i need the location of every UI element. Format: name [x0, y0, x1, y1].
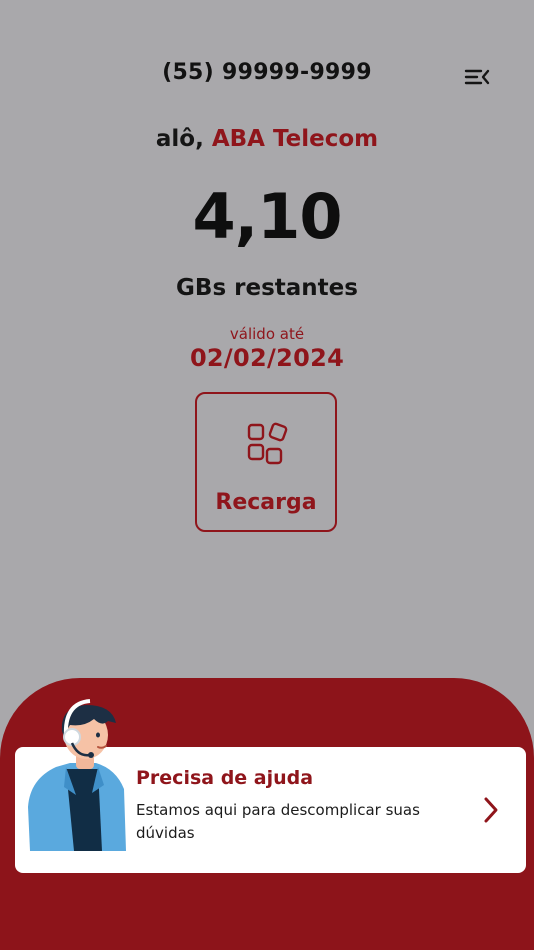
data-balance-value: 4,10: [192, 180, 343, 253]
greeting-prefix: alô,: [155, 126, 204, 152]
menu-collapse-icon: [464, 69, 490, 85]
greeting: alô, ABA Telecom: [0, 126, 534, 152]
recharge-button[interactable]: Recarga: [195, 392, 337, 532]
apps-grid-icon: [247, 422, 288, 465]
help-title: Precisa de ajuda: [136, 767, 314, 789]
data-balance-label: GBs restantes: [176, 275, 358, 301]
support-agent-illustration: [28, 699, 126, 851]
chevron-right-icon[interactable]: [480, 795, 502, 825]
help-description: Estamos aqui para descomplicar suas dúvi…: [136, 801, 420, 842]
phone-number: (55) 99999-9999: [162, 60, 372, 85]
recharge-label: Recarga: [215, 490, 317, 515]
validity-label: válido até: [229, 325, 305, 343]
menu-button[interactable]: [462, 64, 492, 90]
brand-name: ABA Telecom: [211, 126, 379, 152]
validity-date: 02/02/2024: [189, 344, 345, 372]
